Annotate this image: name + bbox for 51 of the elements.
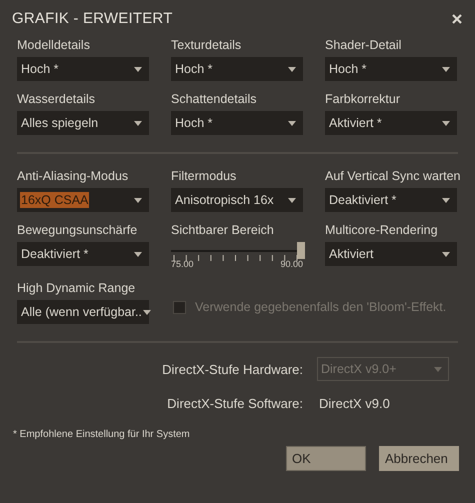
dropdown[interactable]: Hoch *: [17, 57, 149, 81]
setting-label: Shader-Detail: [325, 37, 402, 53]
setting-label: High Dynamic Range: [17, 280, 136, 296]
caret-icon: [288, 198, 296, 202]
dropdown[interactable]: Aktiviert *: [325, 111, 457, 135]
dropdown[interactable]: Hoch *: [171, 57, 303, 81]
dropdown[interactable]: Hoch *: [325, 57, 457, 81]
dropdown[interactable]: Deaktiviert *: [17, 242, 149, 266]
caret-icon: [134, 66, 142, 72]
dialog-button[interactable]: Abbrechen: [379, 446, 459, 471]
tick-marks-icon: [173, 255, 299, 261]
caret-icon: [288, 120, 296, 126]
footnote: * Empfohlene Einstellung für Ihr System: [13, 429, 191, 440]
setting-label: Texturdetails: [171, 37, 242, 53]
setting-label: Schattendetails: [171, 91, 258, 107]
dropdown[interactable]: Alles spiegeln: [17, 111, 149, 135]
window-title: GRAFIK - ERWEITERT: [12, 10, 173, 27]
directx-label: DirectX-Stufe Hardware:: [161, 362, 303, 376]
caret-icon: [288, 66, 296, 72]
caret-icon: [134, 120, 142, 126]
dropdown[interactable]: Alle (wenn verfügbar..: [17, 300, 149, 324]
slider-thumb[interactable]: [297, 242, 305, 259]
setting-label: Multicore-Rendering: [325, 222, 439, 238]
slider-max-label: 90.00: [280, 259, 303, 269]
setting-label: Bewegungsunschärfe: [17, 222, 138, 238]
close-icon[interactable]: [452, 14, 462, 24]
setting-label: Farbkorrektur: [325, 91, 402, 107]
setting-label: Modelldetails: [17, 37, 91, 53]
setting-label: Anti-Aliasing-Modus: [17, 168, 130, 184]
caret-icon: [442, 120, 450, 126]
directx-label: DirectX-Stufe Software:: [166, 396, 303, 410]
caret-icon: [142, 310, 151, 314]
dialog-button[interactable]: OK: [286, 446, 366, 471]
dropdown[interactable]: Anisotropisch 16x: [171, 188, 303, 212]
setting-label: Auf Vertical Sync warten: [325, 168, 462, 184]
slider-min-label: 75.00: [171, 259, 194, 269]
dropdown[interactable]: Aktiviert: [325, 242, 457, 266]
caret-icon: [434, 366, 442, 372]
setting-label: Filtermodus: [171, 168, 238, 184]
slider[interactable]: 75.00 90.00: [171, 242, 303, 270]
caret-icon: [442, 198, 450, 202]
checkbox-label: Verwende gegebenenfalls den 'Bloom'-Effekt.: [195, 300, 446, 314]
caret-icon: [134, 252, 142, 256]
setting-label: Sichtbarer Bereich: [171, 222, 275, 238]
setting-label: Wasserdetails: [17, 91, 96, 107]
directx-value: DirectX v9.0: [318, 396, 391, 410]
caret-icon: [442, 66, 450, 72]
dropdown[interactable]: Hoch *: [171, 111, 303, 135]
dropdown[interactable]: Deaktiviert *: [325, 188, 457, 212]
caret-icon: [442, 252, 450, 256]
caret-icon: [134, 198, 142, 202]
